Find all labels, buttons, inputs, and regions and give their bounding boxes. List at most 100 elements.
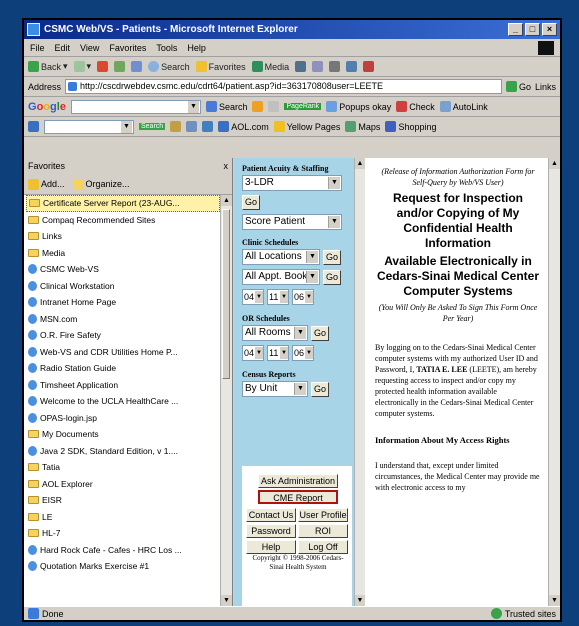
highlight-icon[interactable] — [268, 101, 280, 112]
cme-report-button[interactable]: CME Report — [258, 490, 338, 504]
spellcheck-button[interactable]: Check — [396, 101, 435, 112]
aol-link[interactable]: AOL.com — [218, 121, 269, 132]
maximize-button[interactable]: □ — [525, 23, 540, 36]
roi-button[interactable]: ROI — [298, 524, 348, 538]
favorite-item[interactable]: LE — [26, 509, 220, 526]
favorite-item[interactable]: HL-7 — [26, 525, 220, 542]
menu-file[interactable]: File — [30, 43, 45, 53]
or-year-select[interactable]: 06 — [292, 345, 314, 361]
scroll-down-arrow[interactable]: ▼ — [221, 595, 232, 606]
stop-icon[interactable] — [97, 61, 109, 72]
favorite-item[interactable]: Timsheet Application — [26, 377, 220, 394]
log-off-button[interactable]: Log Off — [298, 540, 348, 554]
or-go-button[interactable]: Go — [311, 325, 329, 341]
minimize-button[interactable]: _ — [508, 23, 523, 36]
favorite-item[interactable]: MSN.com — [26, 311, 220, 328]
close-button[interactable]: × — [542, 23, 557, 36]
forward-button[interactable]: ▾ — [73, 61, 91, 72]
yellow-pages-link[interactable]: Yellow Pages — [273, 121, 340, 132]
print-icon[interactable] — [329, 61, 341, 72]
autolink-button[interactable]: AutoLink — [439, 101, 488, 112]
or-month-select[interactable]: 04 — [242, 345, 264, 361]
add-favorite-button[interactable]: Add... — [28, 178, 65, 190]
census-go-button[interactable]: Go — [311, 381, 329, 397]
favorite-item[interactable]: Links — [26, 228, 220, 245]
favorite-item[interactable]: Clinical Workstation — [26, 278, 220, 295]
clinic-go-button[interactable]: Go — [323, 249, 341, 265]
user-profile-button[interactable]: User Profile — [298, 508, 348, 522]
census-unit-select[interactable]: By Unit — [242, 381, 308, 397]
favorite-item[interactable]: EISR — [26, 492, 220, 509]
popup-blocker[interactable]: Popups okay — [326, 101, 391, 112]
rooms-select[interactable]: All Rooms — [242, 325, 308, 341]
clinic-day-select[interactable]: 11 — [267, 289, 289, 305]
favorite-item[interactable]: AOL Explorer — [26, 476, 220, 493]
home-icon[interactable] — [131, 61, 143, 72]
aol-search-button[interactable]: Search — [139, 123, 166, 130]
favorite-item[interactable]: Hard Rock Cafe - Cafes - HRC Los ... — [26, 542, 220, 559]
ask-administration-button[interactable]: Ask Administration — [258, 474, 338, 488]
back-button[interactable]: Back ▾ — [28, 61, 68, 72]
maps-link[interactable]: Maps — [345, 121, 380, 132]
news-icon[interactable] — [252, 101, 264, 112]
refresh-icon[interactable] — [114, 61, 126, 72]
clinic-year-select[interactable]: 06 — [292, 289, 314, 305]
favorites-close-button[interactable]: x — [224, 161, 229, 171]
favorite-item[interactable]: OPAS-login.jsp — [26, 410, 220, 427]
menu-help[interactable]: Help — [187, 43, 206, 53]
appt-books-select[interactable]: All Appt. Books — [242, 269, 320, 285]
password-button[interactable]: Password — [246, 524, 296, 538]
nav-scroll-down-arrow[interactable]: ▼ — [355, 595, 365, 606]
search-button[interactable]: Search — [148, 61, 190, 72]
google-logo[interactable]: Google — [28, 101, 66, 113]
history-icon[interactable] — [295, 61, 307, 72]
menu-tools[interactable]: Tools — [156, 43, 177, 53]
favorite-item[interactable]: My Documents — [26, 426, 220, 443]
unit-select[interactable]: 3-LDR — [242, 175, 342, 191]
organize-favorites-button[interactable]: Organize... — [72, 178, 130, 190]
address-input[interactable]: http://cscdrwebdev.csmc.edu/cdrt64/patie… — [65, 79, 502, 94]
pagerank-indicator[interactable]: PageRank — [284, 103, 322, 110]
favorite-item[interactable]: Radio Station Guide — [26, 360, 220, 377]
or-day-select[interactable]: 11 — [267, 345, 289, 361]
score-patient-select[interactable]: Score Patient — [242, 214, 342, 230]
links-label[interactable]: Links — [535, 82, 556, 92]
favorite-item[interactable]: Media — [26, 245, 220, 262]
favorite-item[interactable]: Compaq Recommended Sites — [26, 212, 220, 229]
scroll-thumb[interactable] — [222, 209, 230, 379]
media-button[interactable]: Media — [251, 61, 289, 72]
favorite-item[interactable]: CSMC Web-VS — [26, 261, 220, 278]
favorites-button[interactable]: Favorites — [195, 61, 246, 72]
document-scrollbar[interactable]: ▲ ▼ — [548, 158, 560, 606]
go-button[interactable]: Go — [505, 81, 531, 92]
doc-scroll-down-arrow[interactable]: ▼ — [549, 595, 560, 606]
google-search-input[interactable] — [70, 99, 201, 114]
contact-us-button[interactable]: Contact Us — [246, 508, 296, 522]
menu-view[interactable]: View — [80, 43, 99, 53]
messenger-icon[interactable] — [363, 61, 375, 72]
help-button[interactable]: Help — [246, 540, 296, 554]
security-zone[interactable]: Trusted sites — [490, 608, 556, 619]
im-icon[interactable] — [202, 121, 214, 132]
favorite-item[interactable]: Tatia — [26, 459, 220, 476]
locations-select[interactable]: All Locations — [242, 249, 320, 265]
favorite-item[interactable]: Intranet Home Page — [26, 294, 220, 311]
favorite-item[interactable]: Certificate Server Report (23-AUG... — [26, 195, 220, 212]
clinic-month-select[interactable]: 04 — [242, 289, 264, 305]
mail-icon-2[interactable] — [186, 121, 198, 132]
clinic-go-button-2[interactable]: Go — [323, 269, 341, 285]
favorite-item[interactable]: Welcome to the UCLA HealthCare ... — [26, 393, 220, 410]
favorite-item[interactable]: Quotation Marks Exercise #1 — [26, 558, 220, 575]
favorite-item[interactable]: Web-VS and CDR Utilities Home P... — [26, 344, 220, 361]
shopping-link[interactable]: Shopping — [385, 121, 436, 132]
favorites-scrollbar[interactable]: ▲ ▼ — [220, 195, 232, 606]
acuity-go-button[interactable]: Go — [242, 195, 260, 210]
mail-icon[interactable] — [312, 61, 324, 72]
favorite-item[interactable]: Java 2 SDK, Standard Edition, v 1.... — [26, 443, 220, 460]
aol-search-input[interactable] — [44, 119, 134, 134]
edit-icon[interactable] — [346, 61, 358, 72]
nav-scroll-up-arrow[interactable]: ▲ — [355, 158, 365, 169]
doc-scroll-up-arrow[interactable]: ▲ — [549, 158, 560, 169]
nav-scrollbar[interactable]: ▲ ▼ — [354, 158, 365, 606]
menu-favorites[interactable]: Favorites — [109, 43, 146, 53]
